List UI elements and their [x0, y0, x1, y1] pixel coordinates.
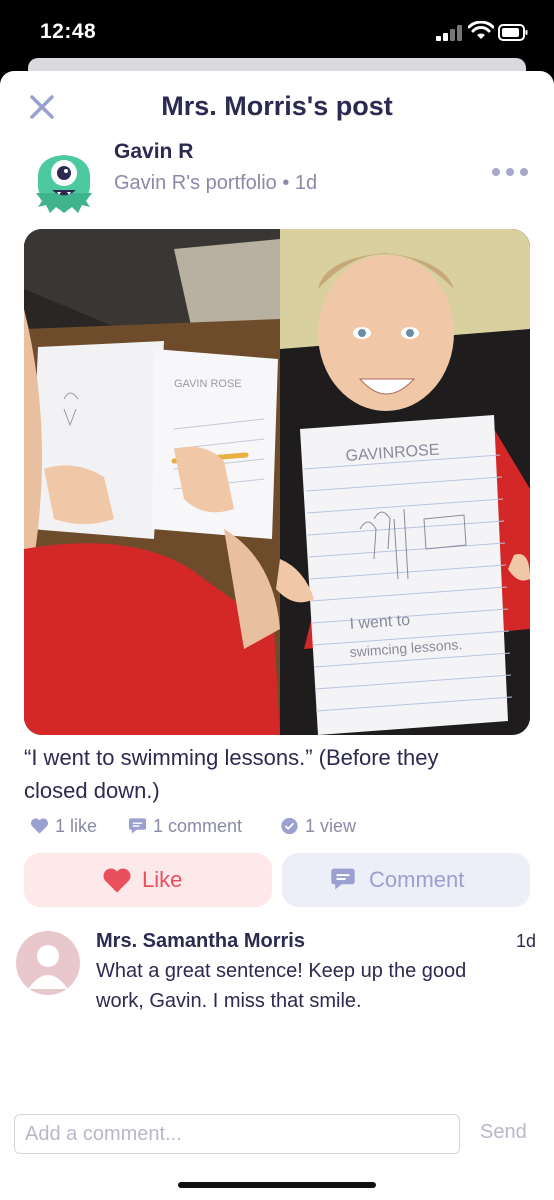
post-caption: “I went to swimming lessons.” (Before th… [24, 745, 439, 803]
check-circle-icon [281, 817, 298, 835]
likes-count: 1 like [55, 816, 98, 836]
post-photo[interactable]: GAVIN ROSE GAVINROSE I went to swimcing … [24, 229, 530, 735]
battery-icon [498, 24, 528, 41]
cellular-signal-icon [436, 25, 464, 41]
portfolio-line[interactable]: Gavin R's portfolio • 1d [114, 172, 317, 195]
comments-count: 1 comment [153, 816, 243, 836]
send-button[interactable]: Send [480, 1121, 527, 1144]
status-time: 12:48 [40, 20, 97, 43]
author-name[interactable]: Gavin R [114, 140, 193, 164]
comment-button-label: Comment [369, 867, 465, 892]
monster-avatar[interactable] [28, 143, 100, 215]
comment-button[interactable]: Comment [282, 853, 530, 907]
views-count: 1 view [305, 816, 357, 836]
comment-bubble-icon [331, 868, 355, 890]
comment-time: 1d [516, 931, 537, 951]
page-title: Mrs. Morris's post [161, 91, 393, 121]
heart-icon [30, 818, 49, 834]
status-bar: 12:48 [0, 0, 554, 66]
commenter-avatar[interactable] [16, 931, 80, 995]
like-button-label: Like [142, 867, 183, 892]
heart-icon [103, 868, 131, 893]
like-button[interactable]: Like [24, 853, 272, 907]
post-photo-image: GAVIN ROSE GAVINROSE I went to swimcing … [24, 229, 530, 735]
comment-input[interactable] [14, 1114, 460, 1154]
comment-bubble-icon [128, 818, 147, 834]
person-icon [16, 931, 80, 995]
commenter-name[interactable]: Mrs. Samantha Morris [96, 930, 305, 953]
wifi-icon [468, 21, 494, 39]
post-sheet: Mrs. Morris's post Gavin R Gavin R's por… [0, 71, 554, 1200]
comment-text: What a great sentence! Keep up the good … [96, 960, 467, 1012]
left-paper-text: GAVIN ROSE [174, 378, 242, 390]
more-options-icon[interactable] [492, 166, 528, 178]
home-indicator [178, 1182, 376, 1188]
